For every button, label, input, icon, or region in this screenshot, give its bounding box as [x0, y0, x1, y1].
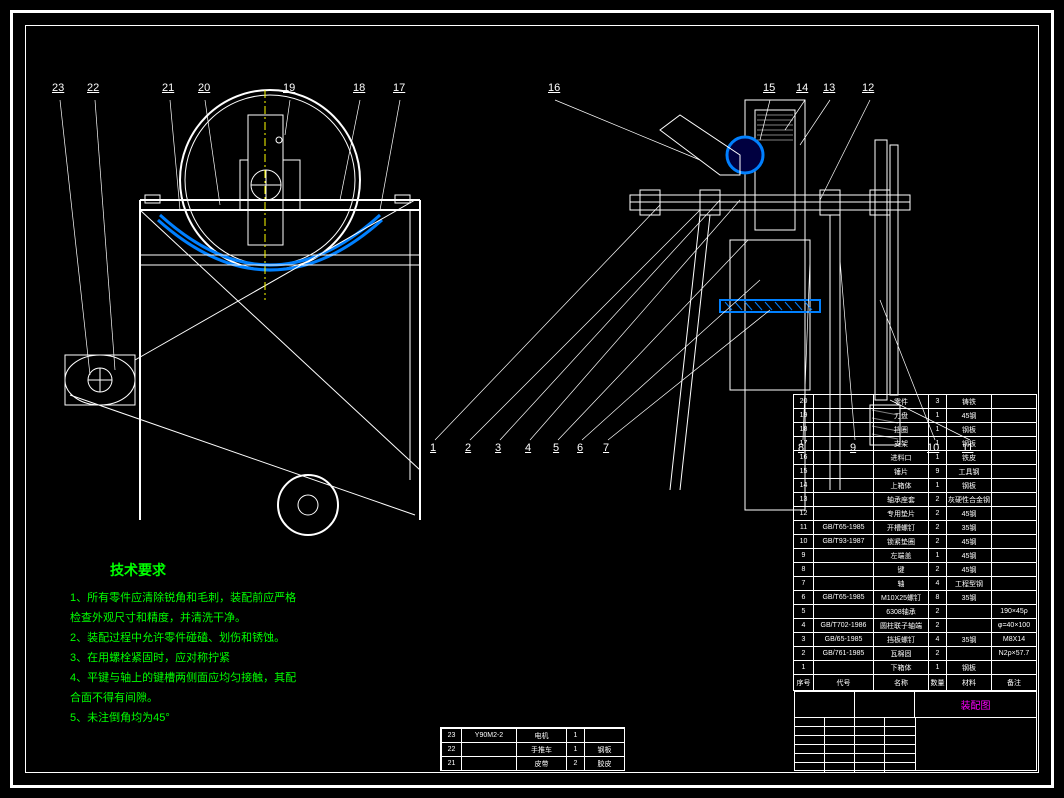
tech-req-line: 3、在用螺栓紧固时，应对称拧紧 — [70, 648, 296, 668]
callout-2: 2 — [465, 442, 471, 454]
bom-row: 14上箱体1钢板 — [793, 478, 1036, 492]
callout-13: 13 — [823, 82, 835, 94]
callout-15: 15 — [763, 82, 775, 94]
bom-row: 2GB/761-1985瓦棉固2N2ρ×57.7 — [793, 646, 1036, 660]
bom-row: 12专用垫片245钢 — [793, 506, 1036, 520]
bom-row: 20零件3铸铁 — [793, 394, 1036, 408]
tech-req-title: 技术要求 — [110, 560, 296, 580]
bom-row: 17支架1钢板 — [793, 436, 1036, 450]
bom-table-lower: 23Y90M2-2电机1 22手推车1钢板 21皮带2胶皮 — [440, 727, 625, 771]
bom-table-upper: 20零件3铸铁 19刀盘145钢 18挡圈1钢板 17支架1钢板 16进料口1铁… — [793, 394, 1037, 691]
title-block: 装配图 — [794, 691, 1037, 771]
callout-19: 19 — [283, 82, 295, 94]
callout-21: 21 — [162, 82, 174, 94]
bom-row: 22手推车1钢板 — [441, 742, 624, 756]
tech-req-line: 合面不得有间隙。 — [70, 688, 296, 708]
callout-leaders — [60, 100, 970, 440]
bom-row: 16进料口1铁皮 — [793, 450, 1036, 464]
callout-14: 14 — [796, 82, 808, 94]
callout-4: 4 — [525, 442, 531, 454]
bom-row: 21皮带2胶皮 — [441, 756, 624, 770]
bom-row: 23Y90M2-2电机1 — [441, 728, 624, 742]
bom-header-row: 序号代号名称数量材料备注 — [793, 674, 1036, 690]
callout-3: 3 — [495, 442, 501, 454]
bom-row: 15锤片9工具钢 — [793, 464, 1036, 478]
bom-row: 18挡圈1钢板 — [793, 422, 1036, 436]
bom-row: 19刀盘145钢 — [793, 408, 1036, 422]
callout-16: 16 — [548, 82, 560, 94]
callout-6: 6 — [577, 442, 583, 454]
tech-req-line: 4、平键与轴上的键槽两侧面应均匀接触，其配 — [70, 668, 296, 688]
bom-row: 6GB/T65-1985M10X25螺钉835钢 — [793, 590, 1036, 604]
callout-17: 17 — [393, 82, 405, 94]
tech-req-line: 5、未注倒角均为45° — [70, 708, 296, 728]
callout-18: 18 — [353, 82, 365, 94]
bom-row: 4GB/T702-1986圆柱联子轴端2φ=40×100 — [793, 618, 1036, 632]
bom-row: 3GB/65-1985挡板螺钉435钢M8X14 — [793, 632, 1036, 646]
bom-row: 1下箱体1钢板 — [793, 660, 1036, 674]
callout-12: 12 — [862, 82, 874, 94]
tech-requirements: 技术要求 1、所有零件应清除锐角和毛刺，装配前应严格 检查外观尺寸和精度，并清洗… — [70, 560, 296, 728]
callout-1: 1 — [430, 442, 436, 454]
callout-7: 7 — [603, 442, 609, 454]
bom-row: 9左端盖145钢 — [793, 548, 1036, 562]
bom-row: 7轴4工程型钢 — [793, 576, 1036, 590]
bom-row: 56308轴承2190×45ρ — [793, 604, 1036, 618]
bom-row: 10GB/T93-1987锁紧垫圈245钢 — [793, 534, 1036, 548]
tech-req-line: 2、装配过程中允许零件碰磕、划伤和锈蚀。 — [70, 628, 296, 648]
callout-20: 20 — [198, 82, 210, 94]
bom-row: 11GB/T65-1985开槽螺钉235钢 — [793, 520, 1036, 534]
drawing-title: 装配图 — [915, 692, 1036, 717]
bom-row: 13轴承座套2灰硬性合金钢 — [793, 492, 1036, 506]
tech-req-line: 检查外观尺寸和精度，并清洗干净。 — [70, 608, 296, 628]
callout-22: 22 — [87, 82, 99, 94]
bom-row: 8键245钢 — [793, 562, 1036, 576]
tech-req-line: 1、所有零件应清除锐角和毛刺，装配前应严格 — [70, 588, 296, 608]
callout-5: 5 — [553, 442, 559, 454]
callout-23: 23 — [52, 82, 64, 94]
front-view — [65, 90, 420, 535]
